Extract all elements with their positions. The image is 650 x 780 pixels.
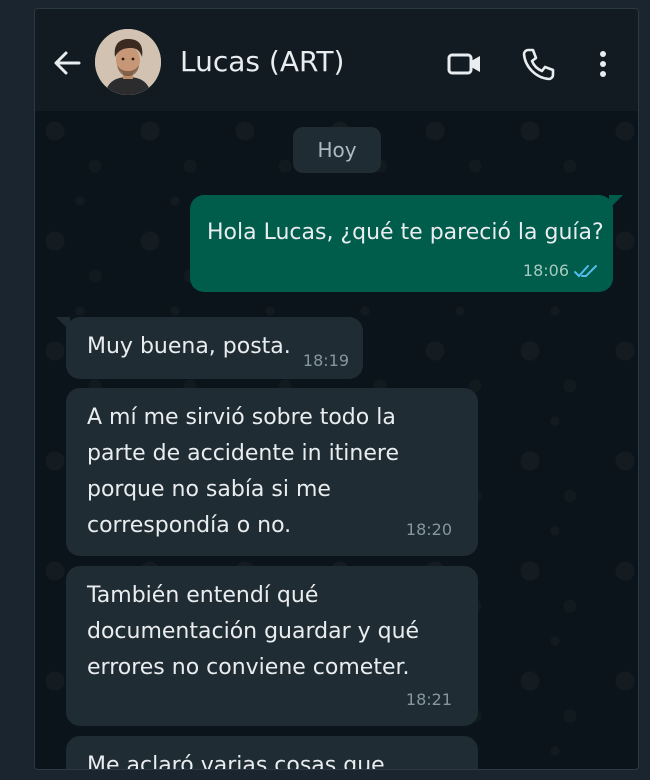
more-vertical-icon[interactable] xyxy=(583,44,623,84)
message-time: 18:06 xyxy=(522,261,569,280)
message-time: 18:19 xyxy=(302,351,349,370)
message-time: 18:21 xyxy=(405,690,452,709)
contact-name[interactable]: Lucas (ART) xyxy=(180,44,344,80)
message-text: También entendí qué documentación guarda… xyxy=(87,583,420,680)
chat-window: Lucas (ART) Hoy Hola Lucas, ¿qué te pare… xyxy=(34,8,639,770)
incoming-message[interactable]: Me aclaró varias cosas que xyxy=(66,736,478,770)
message-time: 18:20 xyxy=(405,520,452,539)
message-text: Hola Lucas, ¿qué te pareció la guía? xyxy=(207,220,604,245)
bubble-tail xyxy=(609,195,623,209)
incoming-message[interactable]: Muy buena, posta. 18:19 xyxy=(56,317,363,379)
outgoing-message[interactable]: Hola Lucas, ¿qué te pareció la guía? 18:… xyxy=(190,195,623,292)
chat-header: Lucas (ART) xyxy=(35,9,638,111)
message-text: A mí me sirvió sobre todo la parte de ac… xyxy=(87,405,399,538)
date-separator: Hoy xyxy=(293,127,381,173)
avatar[interactable] xyxy=(95,29,161,95)
incoming-message[interactable]: También entendí qué documentación guarda… xyxy=(66,566,478,726)
phone-icon[interactable] xyxy=(518,44,558,84)
read-receipt-icon xyxy=(574,265,597,278)
video-camera-icon[interactable] xyxy=(445,44,485,84)
message-text: Muy buena, posta. xyxy=(87,334,291,359)
message-list[interactable]: Hoy Hola Lucas, ¿qué te pareció la guía?… xyxy=(35,111,638,769)
bubble-tail xyxy=(56,317,70,331)
message-text: Me aclaró varias cosas que xyxy=(87,753,385,770)
arrow-left-icon[interactable] xyxy=(51,47,83,79)
incoming-message[interactable]: A mí me sirvió sobre todo la parte de ac… xyxy=(66,388,478,556)
